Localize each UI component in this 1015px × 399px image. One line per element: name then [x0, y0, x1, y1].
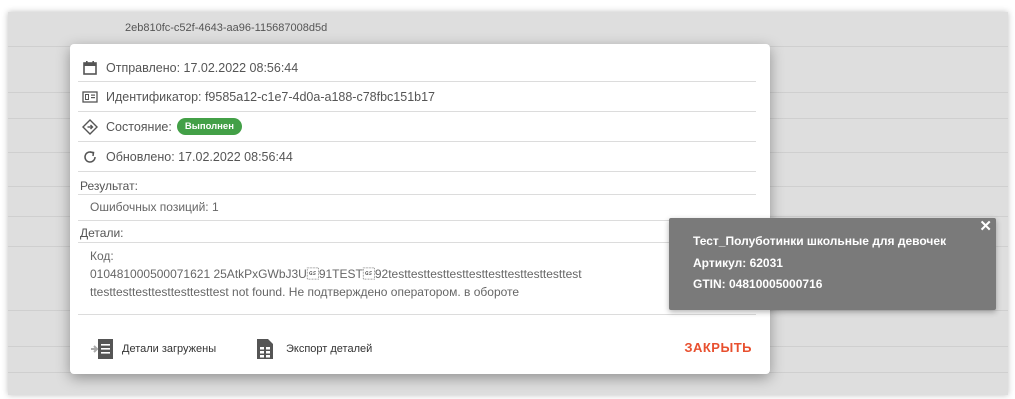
background-row-id: 2eb810fc-c52f-4643-aa96-115687008d5d [125, 22, 328, 34]
details-line-code: Код: [90, 249, 114, 263]
sent-row: Отправлено: 17.02.2022 08:56:44 [78, 54, 756, 82]
divider [78, 194, 756, 195]
updated-text: Обновлено: 17.02.2022 08:56:44 [106, 149, 293, 164]
export-details-button[interactable]: Экспорт деталей [256, 338, 372, 360]
status-badge: Выполнен [176, 118, 242, 135]
identifier-row: Идентификатор: f9585a12-c1e7-4d0a-a188-c… [78, 82, 756, 112]
tooltip-article: Артикул: 62031 [693, 256, 783, 270]
tooltip-title: Тест_Полуботинки школьные для девочек [693, 234, 947, 248]
document-icon [256, 338, 274, 360]
sent-text: Отправлено: 17.02.2022 08:56:44 [106, 60, 299, 75]
details-dialog: Отправлено: 17.02.2022 08:56:44 Идентифи… [70, 44, 770, 374]
details-label: Детали: [80, 226, 124, 240]
identifier-text: Идентификатор: f9585a12-c1e7-4d0a-a188-c… [106, 89, 436, 104]
product-tooltip: ✕ Тест_Полуботинки школьные для девочек … [669, 218, 996, 310]
details-loaded-label: Детали загружены [122, 343, 217, 355]
details-loaded-button[interactable]: Детали загружены [90, 338, 216, 360]
diamond-tag-icon [82, 118, 98, 135]
state-label: Состояние: [106, 119, 172, 134]
close-icon[interactable]: ✕ [979, 217, 992, 235]
updated-row: Обновлено: 17.02.2022 08:56:44 [78, 142, 756, 172]
result-label: Результат: [80, 179, 138, 193]
divider [78, 242, 756, 243]
refresh-icon [82, 149, 98, 165]
id-card-icon [82, 89, 98, 105]
result-text: Ошибочных позиций: 1 [90, 200, 219, 214]
calendar-icon [82, 60, 98, 76]
divider [78, 314, 756, 315]
tooltip-gtin: GTIN: 04810005000716 [693, 277, 823, 291]
divider [78, 220, 756, 221]
import-icon [90, 338, 114, 360]
details-line-sequence: 010481000500071621 25AtkPxGWbJ3U 91TEST … [90, 267, 582, 281]
details-line-message: ttesttesttesttesttesttesttest not found.… [90, 285, 520, 299]
export-details-label: Экспорт деталей [286, 343, 373, 355]
close-button[interactable]: ЗАКРЫТЬ [684, 340, 752, 355]
details-text: Код: 010481000500071621 25AtkPxGWbJ3U 91… [90, 247, 756, 301]
state-row: Состояние: Выполнен [78, 112, 756, 142]
